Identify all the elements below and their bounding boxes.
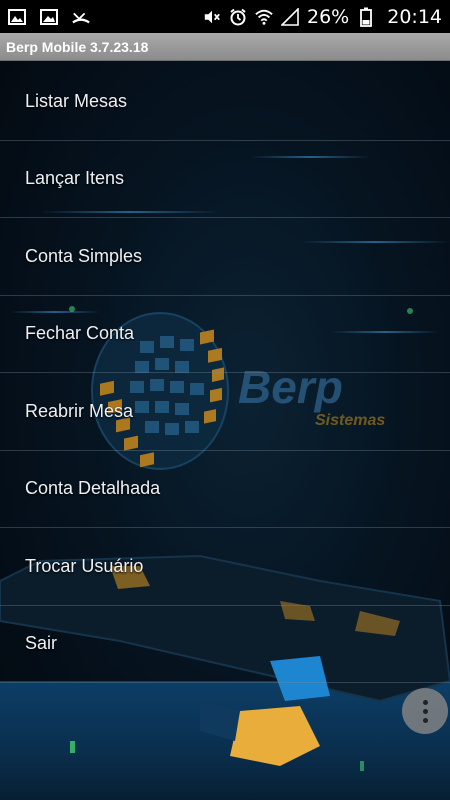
menu-item-fechar-conta[interactable]: Fechar Conta	[0, 296, 450, 373]
menu-item-reabrir-mesa[interactable]: Reabrir Mesa	[0, 373, 450, 451]
more-vert-icon	[422, 699, 428, 705]
menu-item-sair[interactable]: Sair	[0, 606, 450, 683]
mute-icon	[203, 8, 221, 26]
menu-item-label: Conta Detalhada	[25, 478, 161, 499]
menu-item-conta-detalhada[interactable]: Conta Detalhada	[0, 451, 450, 528]
menu-item-label: Fechar Conta	[25, 323, 135, 344]
menu-item-listar-mesas[interactable]: Listar Mesas	[0, 63, 450, 141]
battery-percent: 26%	[307, 5, 350, 28]
menu-item-label: Reabrir Mesa	[25, 400, 134, 421]
gallery-icon	[8, 8, 26, 26]
menu-item-label: Sair	[25, 633, 58, 654]
notification-icons	[8, 8, 90, 26]
menu-item-label: Listar Mesas	[25, 90, 128, 111]
app-title-bar: Berp Mobile 3.7.23.18	[0, 33, 450, 61]
app-title: Berp Mobile 3.7.23.18	[6, 38, 149, 55]
menu-item-trocar-usuario[interactable]: Trocar Usuário	[0, 528, 450, 606]
menu-item-label: Trocar Usuário	[25, 555, 144, 576]
status-bar: 26% 20:14	[0, 0, 450, 33]
battery-icon	[357, 7, 375, 27]
clock: 20:14	[387, 5, 442, 28]
menu-item-label: Lançar Itens	[25, 168, 125, 189]
menu-item-lancar-itens[interactable]: Lançar Itens	[0, 141, 450, 218]
image-icon	[40, 8, 58, 26]
map-tile-orange	[230, 706, 320, 766]
system-icons: 26% 20:14	[203, 6, 442, 28]
menu-item-label: Conta Simples	[25, 245, 143, 266]
signal-icon	[281, 7, 299, 26]
wifi-icon	[255, 8, 273, 26]
main-menu: Listar Mesas Lançar Itens Conta Simples …	[0, 63, 450, 683]
alarm-icon	[229, 8, 247, 26]
overflow-menu-button[interactable]	[402, 688, 448, 734]
missed-call-icon	[72, 8, 90, 26]
menu-item-conta-simples[interactable]: Conta Simples	[0, 218, 450, 296]
